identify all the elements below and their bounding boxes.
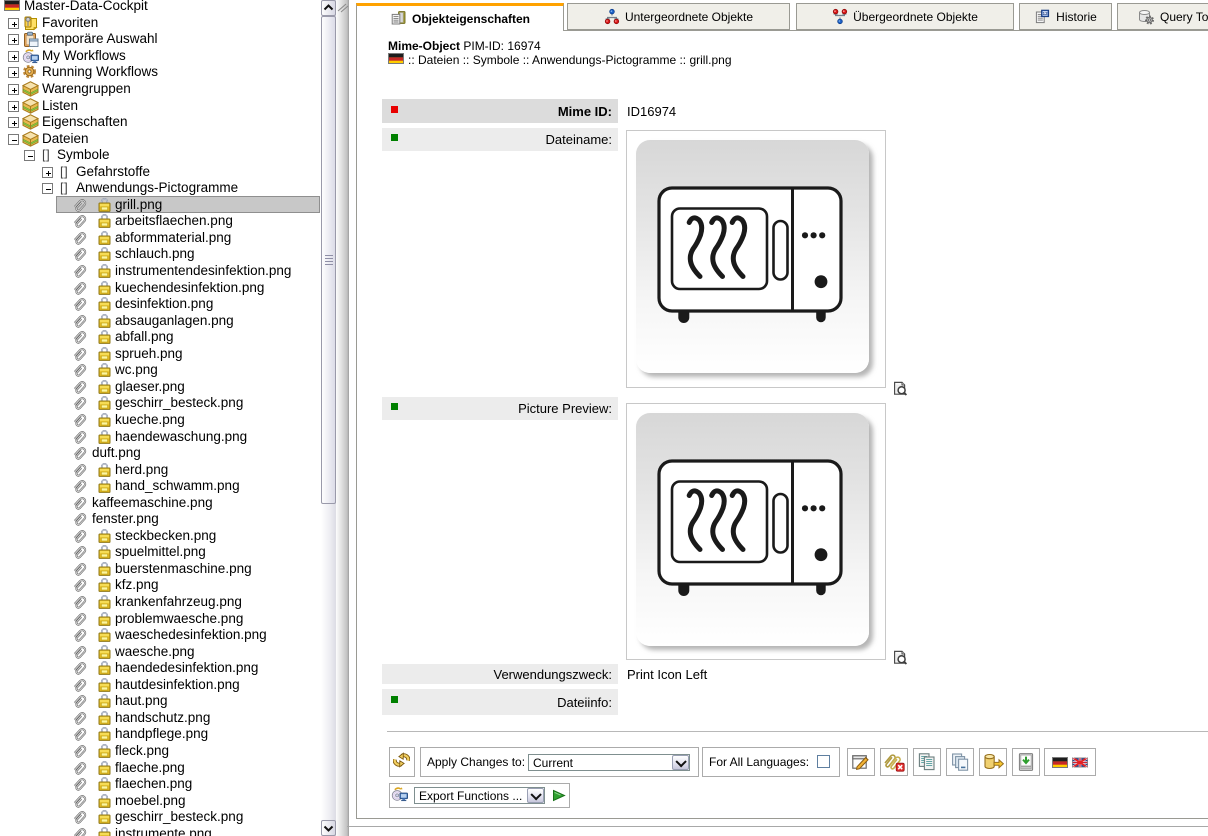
svg-text:12: 12 <box>1043 11 1049 16</box>
